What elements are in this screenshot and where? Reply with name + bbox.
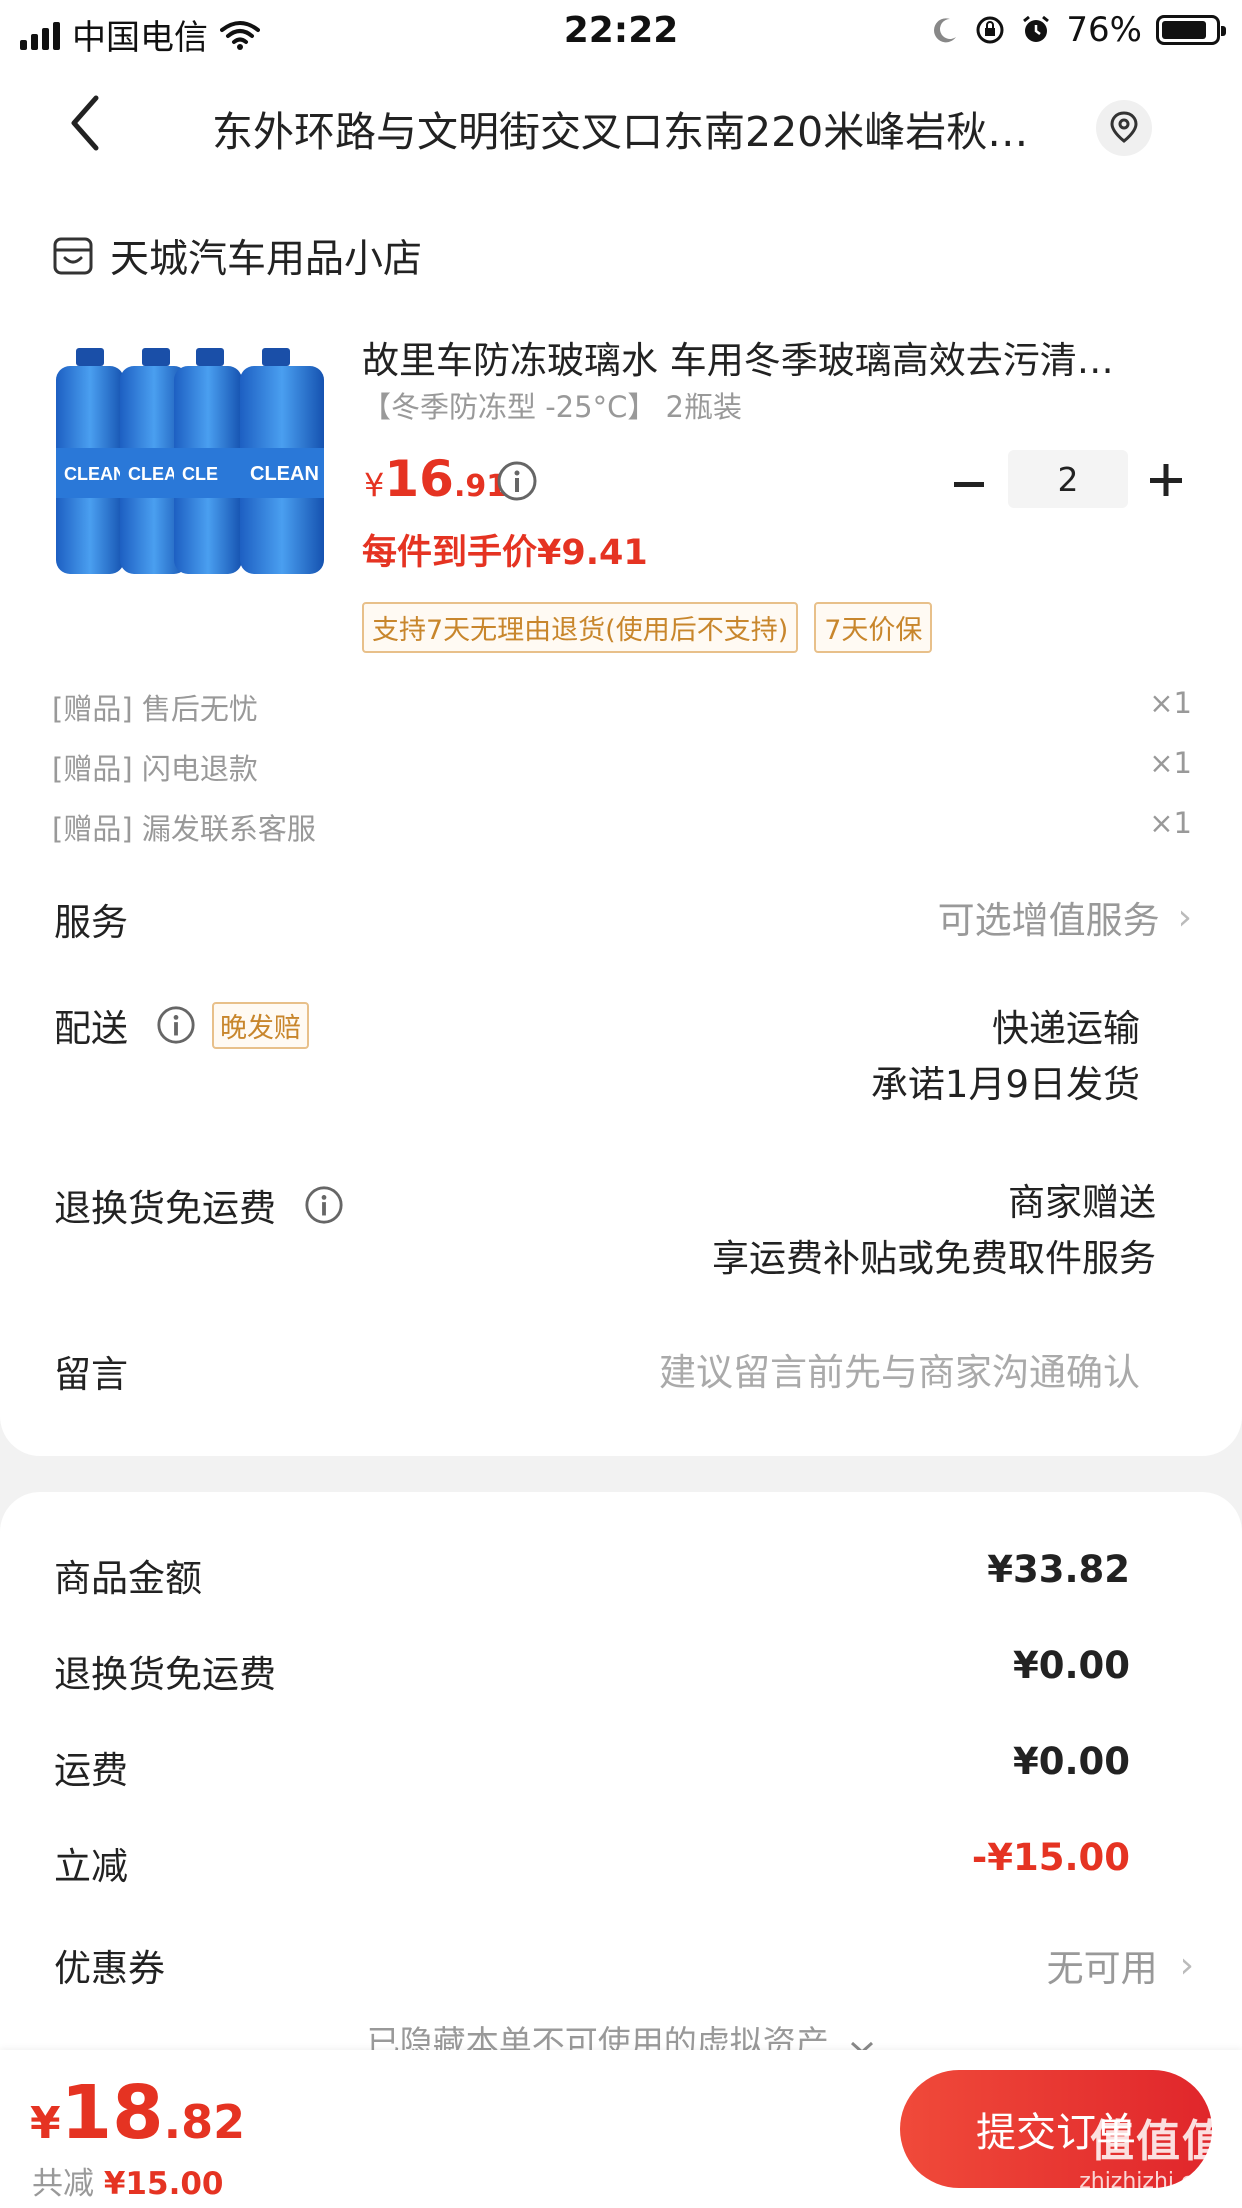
rotation-lock-icon <box>976 16 1004 44</box>
service-label: 服务 <box>54 901 128 944</box>
gift-qty: ×1 <box>1149 746 1192 780</box>
quantity-increase-button[interactable] <box>1142 456 1194 508</box>
quantity-decrease-button[interactable] <box>948 460 996 508</box>
total-integer: 18 <box>60 2070 164 2156</box>
watermark-site: zhizhizhi.com <box>1079 2169 1228 2194</box>
goods-amount-label: 商品金额 <box>54 1557 202 1600</box>
summary-row-discount: 立减 -¥15.00 <box>54 1836 1130 1896</box>
price-integer: 16 <box>384 450 454 508</box>
delivery-promise: 承诺1月9日发货 <box>870 1063 1140 1106</box>
location-pin-icon[interactable] <box>1096 100 1152 156</box>
return-shipping-value1: 商家赠送 <box>1008 1181 1156 1224</box>
return-info-icon[interactable] <box>304 1185 344 1225</box>
late-delivery-badge: 晚发赔 <box>212 1001 309 1049</box>
summary-row-shipping: 运费 ¥0.00 <box>54 1740 1130 1800</box>
svg-text:CLEA: CLEA <box>128 464 177 484</box>
product-image[interactable]: CLEAN CLEA CLE CLEAN <box>54 348 326 576</box>
gift-row: [赠品] 售后无忧 ×1 <box>52 686 1192 730</box>
return-fee-value: ¥0.00 <box>1012 1644 1130 1687</box>
coupon-selector: 无可用 › <box>1047 1938 1194 1992</box>
delivery-label: 配送 <box>54 1007 128 1050</box>
total-price: ¥ 18 .82 <box>30 2070 245 2156</box>
status-bar: 中国电信 22:22 76% <box>0 0 1242 64</box>
product-title[interactable]: 故里车防冻玻璃水 车用冬季玻璃高效去污清… <box>362 330 1170 384</box>
order-card: 天城汽车用品小店 CLEAN CLEA CLE CLEAN 故里车防冻玻璃水 车… <box>0 188 1242 1456</box>
battery-icon <box>1156 15 1226 45</box>
checkout-bar: ¥ 18 .82 共减 ¥15.00 提交订单 值值值 zhizhizhi.co… <box>0 2050 1242 2208</box>
total-saved: 共减 ¥15.00 <box>32 2158 224 2203</box>
chevron-right-icon: › <box>1179 1944 1194 1986</box>
shipping-fee-value: ¥0.00 <box>1012 1740 1130 1783</box>
delivery-method: 快递运输 <box>992 1007 1140 1050</box>
alarm-icon <box>1023 15 1050 42</box>
delivery-info-icon[interactable] <box>156 1005 196 1045</box>
back-icon[interactable] <box>64 92 124 162</box>
price-info-icon[interactable] <box>496 460 538 506</box>
goods-amount-value: ¥33.82 <box>987 1548 1130 1591</box>
service-value: 可选增值服务 <box>937 899 1160 942</box>
quantity-input[interactable]: 2 <box>1008 450 1128 508</box>
watermark-logo: 值值值 <box>1090 2116 1228 2167</box>
moon-icon <box>934 18 957 43</box>
saved-amount: ¥15.00 <box>103 2166 224 2202</box>
discount-label: 立减 <box>54 1845 128 1888</box>
nav-bar: 东外环路与文明街交叉口东南220米峰岩秋… <box>0 64 1242 188</box>
total-decimal: .82 <box>163 2095 246 2149</box>
total-currency: ¥ <box>30 2098 61 2149</box>
product-spec[interactable]: 【冬季防冻型 -25°C】 2瓶装 <box>362 384 742 426</box>
saved-label: 共减 <box>32 2166 94 2202</box>
return-shipping-label: 退换货免运费 <box>54 1187 276 1230</box>
battery-percent: 76% <box>1066 10 1142 50</box>
product-label-text: CLEAN <box>64 464 126 484</box>
svg-text:CLEAN: CLEAN <box>250 463 319 485</box>
address-title[interactable]: 东外环路与文明街交叉口东南220米峰岩秋… <box>212 98 1072 154</box>
gift-qty: ×1 <box>1149 686 1192 720</box>
product-price: ¥ 16 .91 <box>364 450 507 508</box>
coupon-row[interactable]: 优惠券 无可用 › <box>54 1938 1194 1998</box>
gift-qty: ×1 <box>1149 806 1192 840</box>
shop-row[interactable]: 天城汽车用品小店 <box>52 228 422 284</box>
summary-row-goods: 商品金额 ¥33.82 <box>54 1548 1130 1608</box>
return-fee-label: 退换货免运费 <box>54 1653 276 1696</box>
gift-row: [赠品] 漏发联系客服 ×1 <box>52 806 1192 850</box>
gift-row: [赠品] 闪电退款 ×1 <box>52 746 1192 790</box>
svg-text:CLE: CLE <box>182 464 218 484</box>
tag-price-protect: 7天价保 <box>814 602 933 653</box>
coupon-label: 优惠券 <box>54 1947 165 1990</box>
coupon-value: 无可用 <box>1046 1947 1158 1990</box>
gift-label: [赠品] 售后无忧 <box>52 692 258 726</box>
watermark: 值值值 zhizhizhi.com <box>1079 2105 1228 2194</box>
return-shipping-label-group: 退换货免运费 <box>54 1178 344 1232</box>
delivery-label-group: 配送 晚发赔 <box>54 998 309 1052</box>
price-summary-card: 商品金额 ¥33.82 退换货免运费 ¥0.00 运费 ¥0.00 立减 -¥1… <box>0 1492 1242 2092</box>
price-currency: ¥ <box>364 466 385 504</box>
tag-return-policy: 支持7天无理由退货(使用后不支持) <box>362 602 799 653</box>
shop-name: 天城汽车用品小店 <box>110 237 423 282</box>
gift-label: [赠品] 闪电退款 <box>52 752 258 786</box>
return-shipping-value2: 享运费补贴或免费取件服务 <box>712 1237 1156 1280</box>
message-label: 留言 <box>54 1353 128 1396</box>
shipping-fee-label: 运费 <box>54 1749 128 1792</box>
shop-icon <box>53 237 93 275</box>
discount-value: -¥15.00 <box>971 1836 1130 1879</box>
gift-label: [赠品] 漏发联系客服 <box>52 812 316 846</box>
message-input[interactable]: 建议留言前先与商家沟通确认 <box>659 1342 1140 1396</box>
status-right: 76% <box>930 10 1226 50</box>
unit-price: 每件到手价¥9.41 <box>362 533 648 573</box>
service-selector[interactable]: 可选增值服务 › <box>938 890 1192 944</box>
chevron-right-icon: › <box>1177 896 1192 938</box>
summary-row-return: 退换货免运费 ¥0.00 <box>54 1644 1130 1704</box>
service-tags: 支持7天无理由退货(使用后不支持) 7天价保 <box>362 602 933 653</box>
